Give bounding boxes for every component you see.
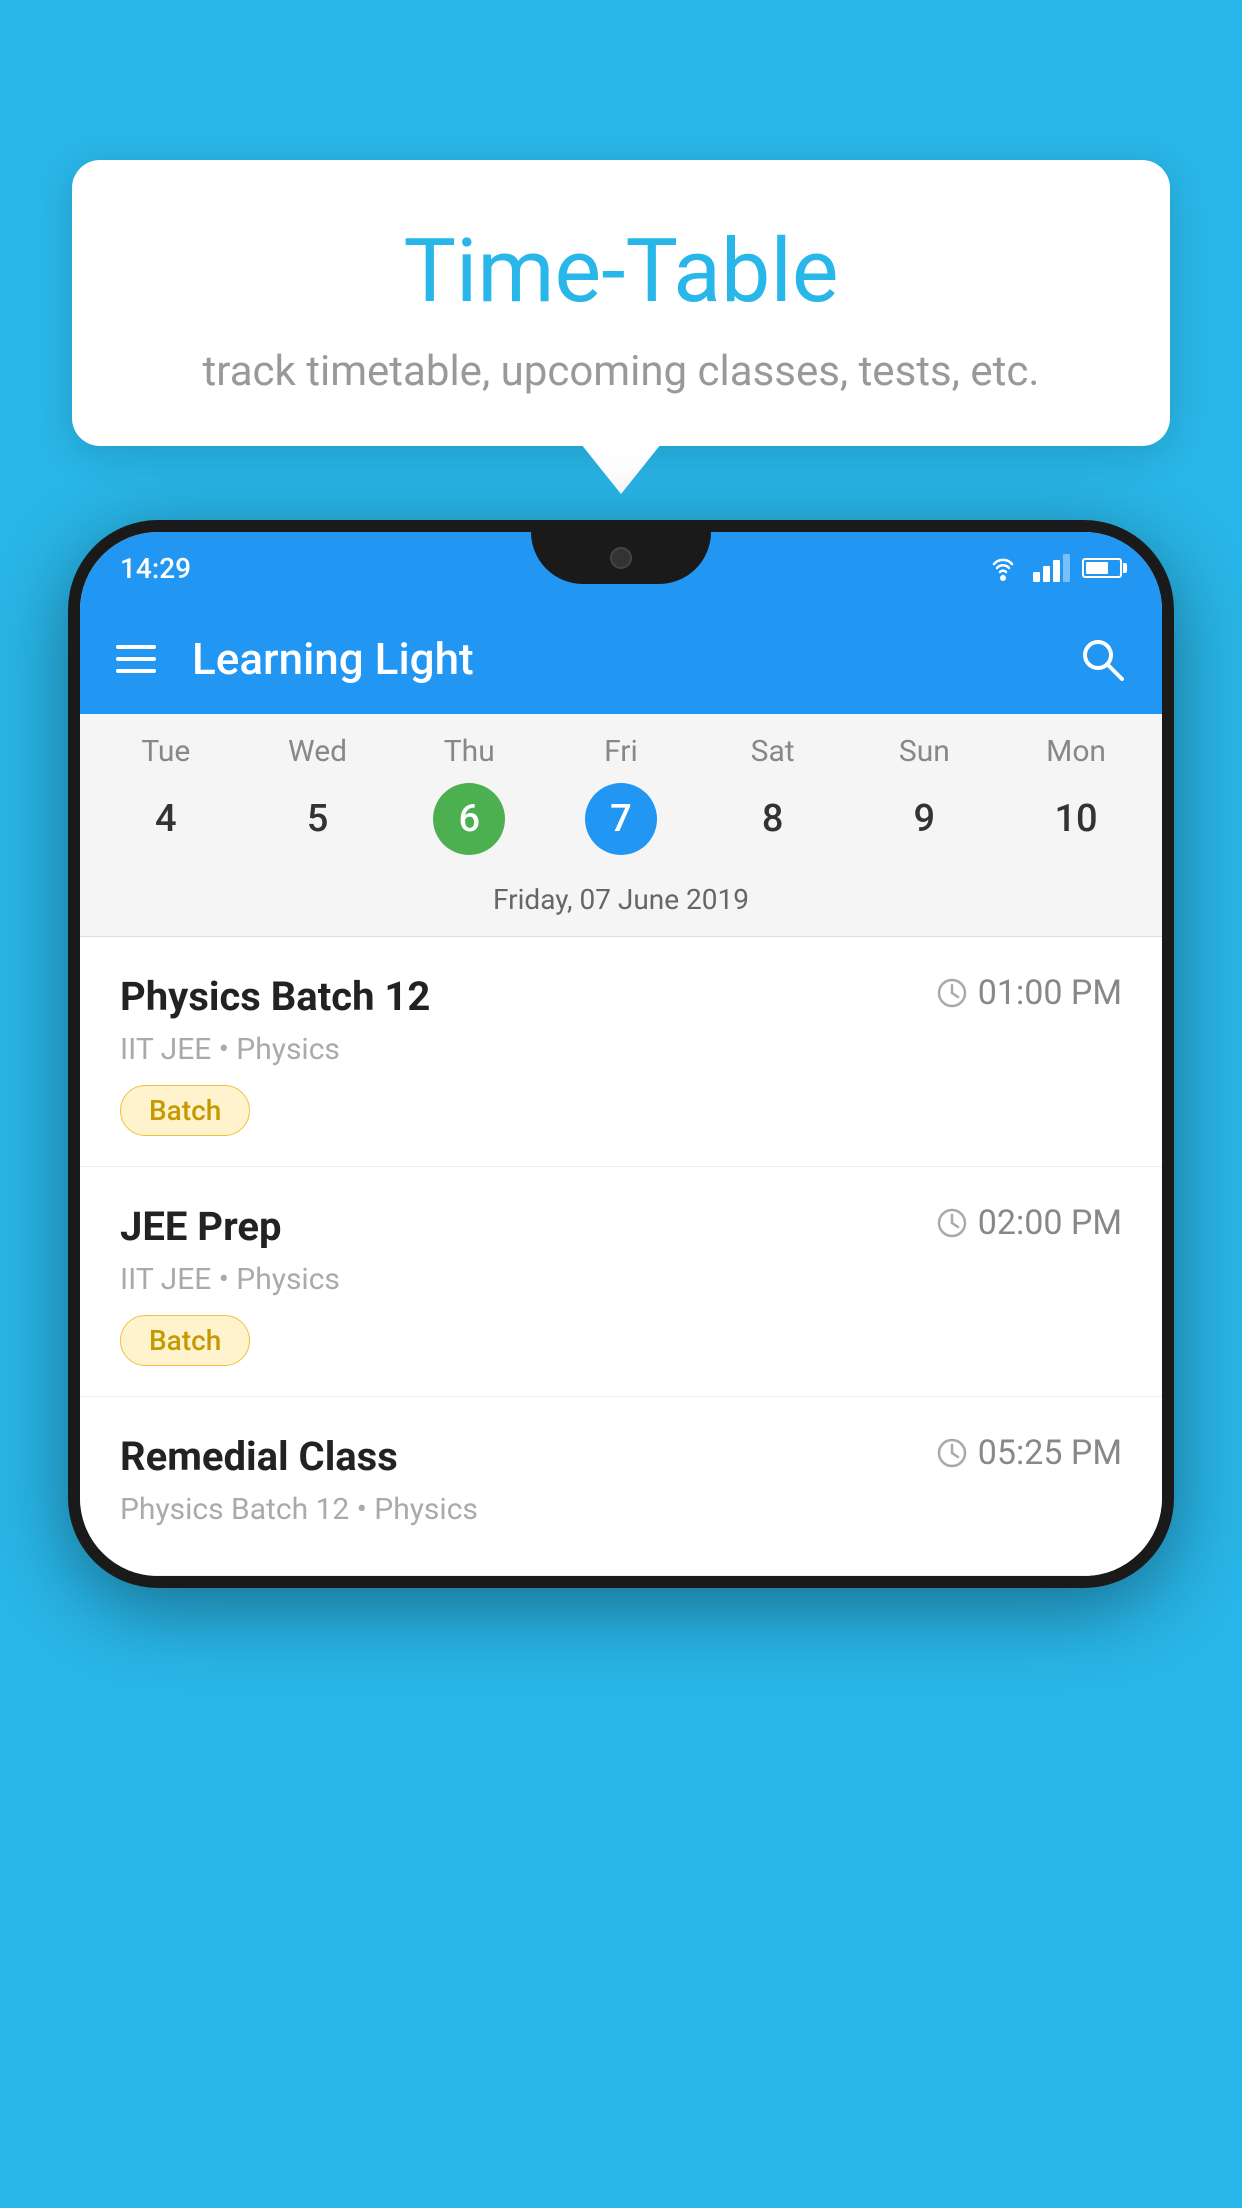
day-number: 5 xyxy=(282,783,354,855)
day-cell[interactable]: Fri 7 xyxy=(556,734,686,855)
hamburger-line xyxy=(116,669,156,673)
schedule-item-meta: Physics Batch 12 • Physics xyxy=(120,1492,1122,1527)
day-name: Thu xyxy=(444,734,495,769)
day-cell[interactable]: Mon 10 xyxy=(1011,734,1141,855)
schedule-item[interactable]: JEE Prep 02:00 PM IIT JEE • Physics Batch xyxy=(80,1167,1162,1397)
search-icon[interactable] xyxy=(1078,635,1126,683)
schedule-item[interactable]: Remedial Class 05:25 PM Physics Batch 12 … xyxy=(80,1397,1162,1576)
clock-icon xyxy=(936,977,968,1009)
calendar-strip: Tue 4 Wed 5 Thu 6 Fri 7 Sat 8 Sun 9 Mon 10 Friday, 07… xyxy=(80,714,1162,937)
day-number: 7 xyxy=(585,783,657,855)
day-number: 10 xyxy=(1040,783,1112,855)
tooltip-title: Time-Table xyxy=(132,220,1110,323)
day-number: 8 xyxy=(737,783,809,855)
schedule-item-meta: IIT JEE • Physics xyxy=(120,1262,1122,1297)
phone-notch xyxy=(531,532,711,584)
hamburger-line xyxy=(116,657,156,661)
schedule-item-header: Remedial Class 05:25 PM xyxy=(120,1433,1122,1480)
day-name: Wed xyxy=(288,734,347,769)
day-name: Mon xyxy=(1046,734,1106,769)
schedule-time: 02:00 PM xyxy=(936,1203,1122,1243)
schedule-item-header: Physics Batch 12 01:00 PM xyxy=(120,973,1122,1020)
schedule-item-title: Physics Batch 12 xyxy=(120,973,430,1020)
schedule-time: 05:25 PM xyxy=(936,1433,1122,1473)
day-number: 6 xyxy=(433,783,505,855)
status-icons xyxy=(985,554,1122,582)
phone-inner: 14:29 xyxy=(80,532,1162,1576)
day-name: Tue xyxy=(141,734,190,769)
schedule-list: Physics Batch 12 01:00 PM IIT JEE • Physi… xyxy=(80,937,1162,1576)
day-cell[interactable]: Sat 8 xyxy=(708,734,838,855)
phone-wrapper: 14:29 xyxy=(68,520,1174,2208)
status-bar: 14:29 xyxy=(80,532,1162,604)
status-time: 14:29 xyxy=(120,552,191,585)
phone-frame: 14:29 xyxy=(68,520,1174,1588)
schedule-item[interactable]: Physics Batch 12 01:00 PM IIT JEE • Physi… xyxy=(80,937,1162,1167)
camera-dot xyxy=(610,547,632,569)
selected-date-label: Friday, 07 June 2019 xyxy=(80,867,1162,936)
time-text: 02:00 PM xyxy=(978,1203,1122,1243)
day-name: Sat xyxy=(751,734,795,769)
day-cell[interactable]: Wed 5 xyxy=(253,734,383,855)
schedule-item-meta: IIT JEE • Physics xyxy=(120,1032,1122,1067)
day-name: Sun xyxy=(899,734,950,769)
hamburger-line xyxy=(116,645,156,649)
tooltip-card: Time-Table track timetable, upcoming cla… xyxy=(72,160,1170,446)
battery-icon xyxy=(1082,558,1122,578)
time-text: 01:00 PM xyxy=(978,973,1122,1013)
schedule-item-header: JEE Prep 02:00 PM xyxy=(120,1203,1122,1250)
days-row: Tue 4 Wed 5 Thu 6 Fri 7 Sat 8 Sun 9 Mon 10 xyxy=(80,734,1162,855)
schedule-item-title: Remedial Class xyxy=(120,1433,398,1480)
batch-tag: Batch xyxy=(120,1315,250,1366)
day-number: 9 xyxy=(888,783,960,855)
tooltip-subtitle: track timetable, upcoming classes, tests… xyxy=(132,347,1110,396)
batch-tag: Batch xyxy=(120,1085,250,1136)
day-number: 4 xyxy=(130,783,202,855)
app-bar-title: Learning Light xyxy=(192,633,1042,685)
clock-icon xyxy=(936,1437,968,1469)
signal-icon xyxy=(1033,554,1070,582)
schedule-item-title: JEE Prep xyxy=(120,1203,281,1250)
hamburger-menu-icon[interactable] xyxy=(116,645,156,673)
day-cell[interactable]: Tue 4 xyxy=(101,734,231,855)
clock-icon xyxy=(936,1207,968,1239)
day-cell[interactable]: Sun 9 xyxy=(859,734,989,855)
time-text: 05:25 PM xyxy=(978,1433,1122,1473)
battery-fill xyxy=(1086,562,1108,574)
app-bar: Learning Light xyxy=(80,604,1162,714)
day-cell[interactable]: Thu 6 xyxy=(404,734,534,855)
schedule-time: 01:00 PM xyxy=(936,973,1122,1013)
day-name: Fri xyxy=(604,734,638,769)
wifi-icon xyxy=(985,554,1021,582)
